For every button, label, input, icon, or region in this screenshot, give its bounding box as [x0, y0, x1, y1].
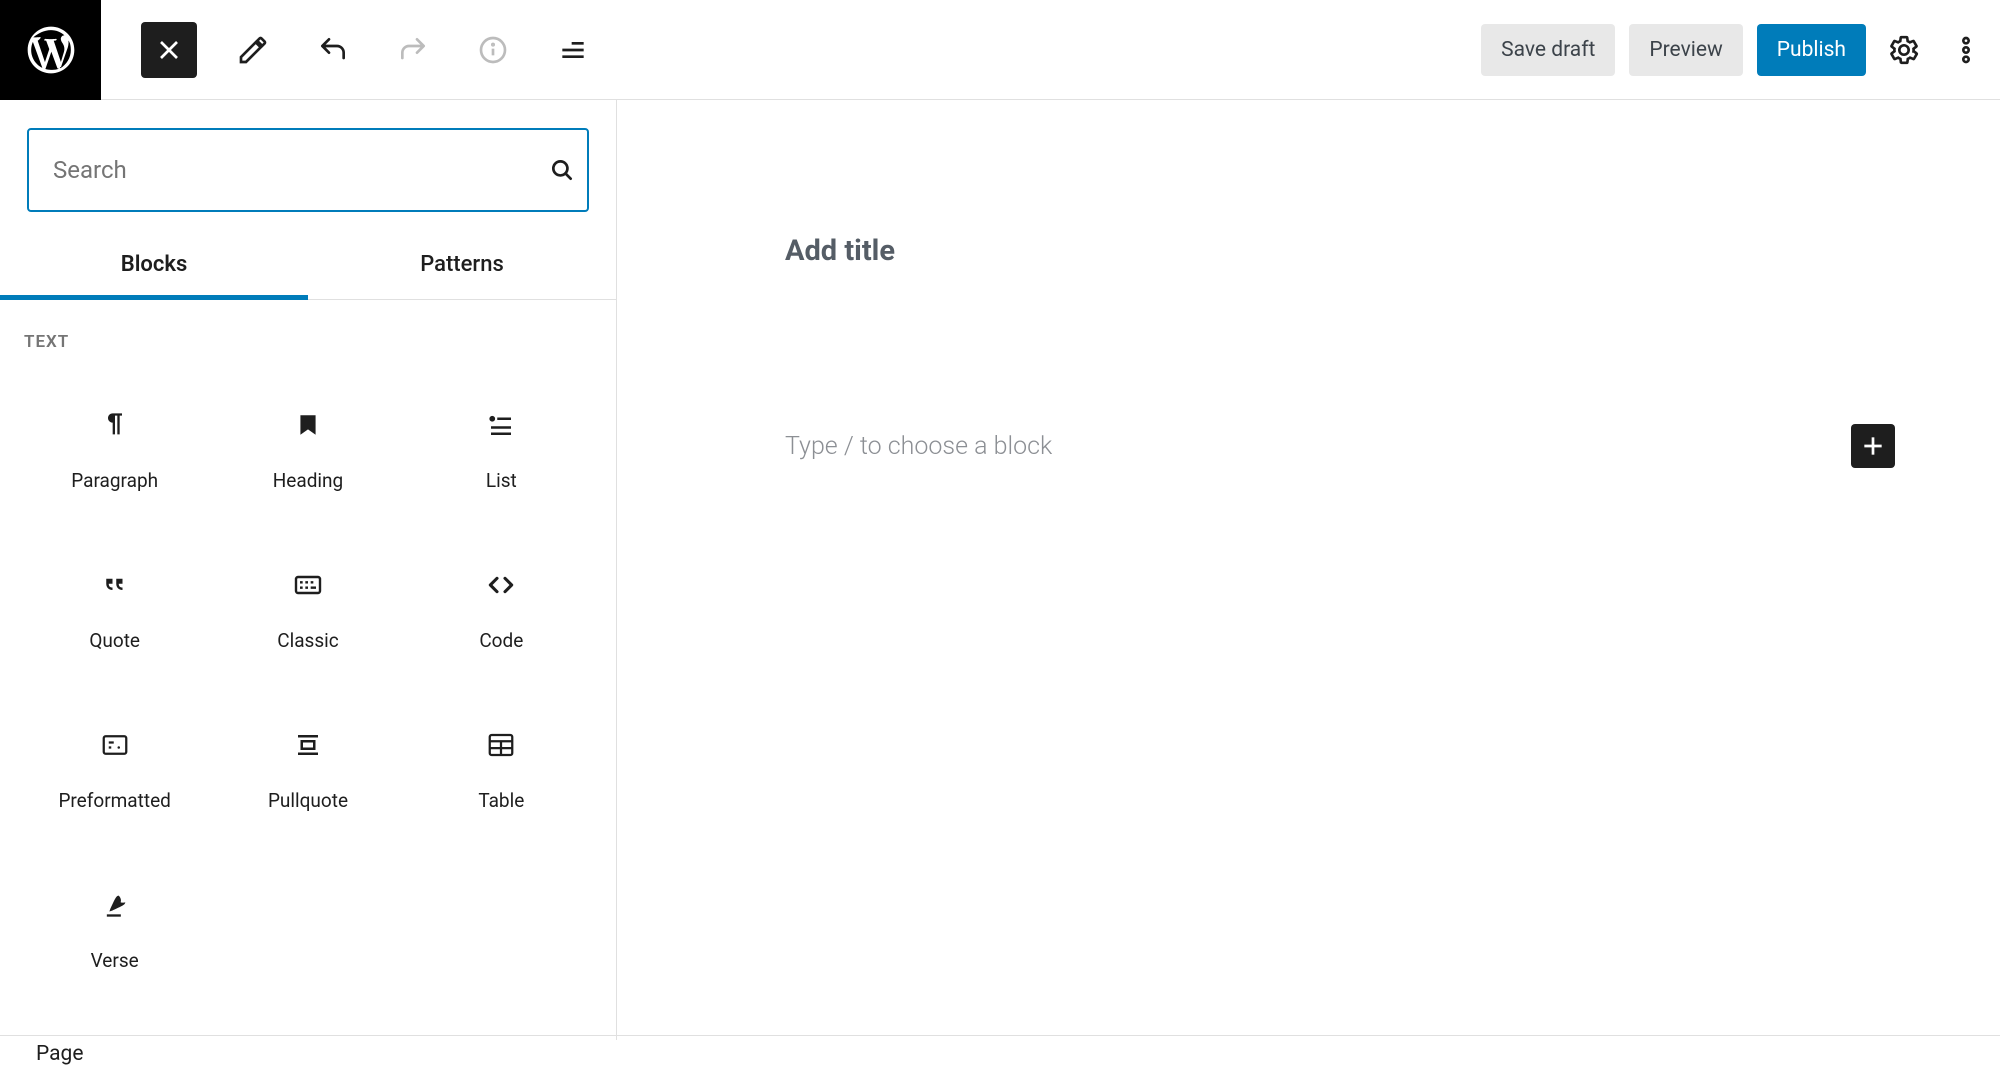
block-preformatted[interactable]: Preformatted: [18, 690, 211, 850]
redo-button[interactable]: [389, 26, 437, 74]
toggle-inserter-button[interactable]: [141, 22, 197, 78]
block-classic[interactable]: Classic: [211, 530, 404, 690]
tools-button[interactable]: [229, 26, 277, 74]
preview-button[interactable]: Preview: [1629, 24, 1742, 76]
block-label: List: [486, 469, 517, 492]
block-label: Pullquote: [268, 789, 348, 812]
block-grid: Paragraph Heading List Quote Classic Cod…: [0, 352, 616, 1010]
close-icon: [153, 34, 185, 66]
block-label: Heading: [273, 469, 343, 492]
toolbar-left: [141, 22, 597, 78]
outline-button[interactable]: [549, 26, 597, 74]
plus-icon: [1860, 433, 1886, 459]
tab-patterns[interactable]: Patterns: [308, 234, 616, 300]
heading-icon: [292, 409, 324, 441]
editor-footer: Page: [0, 1035, 2000, 1072]
block-pullquote[interactable]: Pullquote: [211, 690, 404, 850]
code-icon: [485, 569, 517, 601]
block-table[interactable]: Table: [405, 690, 598, 850]
block-paragraph[interactable]: Paragraph: [18, 370, 211, 530]
toolbar-right: Save draft Preview Publish: [1481, 24, 1990, 76]
search-icon: [549, 157, 575, 183]
search-box[interactable]: [27, 128, 589, 212]
table-icon: [485, 729, 517, 761]
undo-icon: [317, 34, 349, 66]
block-label: Code: [479, 629, 523, 652]
options-button[interactable]: [1942, 26, 1990, 74]
block-list[interactable]: List: [405, 370, 598, 530]
gear-icon: [1888, 34, 1920, 66]
block-verse[interactable]: Verse: [18, 850, 211, 1010]
more-vertical-icon: [1950, 34, 1982, 66]
block-code[interactable]: Code: [405, 530, 598, 690]
block-label: Classic: [277, 629, 339, 652]
search-input[interactable]: [53, 156, 549, 184]
pullquote-icon: [292, 729, 324, 761]
block-label: Paragraph: [71, 469, 158, 492]
block-inserter-panel: Blocks Patterns TEXT Paragraph Heading L…: [0, 100, 617, 1040]
save-draft-button[interactable]: Save draft: [1481, 24, 1615, 76]
search-wrap: [0, 100, 616, 212]
list-view-icon: [557, 34, 589, 66]
verse-icon: [99, 889, 131, 921]
publish-button[interactable]: Publish: [1757, 24, 1866, 76]
pencil-icon: [237, 34, 269, 66]
wordpress-icon: [23, 22, 79, 78]
paragraph-icon: [99, 409, 131, 441]
block-label: Table: [478, 789, 524, 812]
breadcrumb[interactable]: Page: [36, 1042, 84, 1066]
quote-icon: [99, 569, 131, 601]
block-heading[interactable]: Heading: [211, 370, 404, 530]
undo-button[interactable]: [309, 26, 357, 74]
default-block-row: Type / to choose a block: [785, 424, 1895, 468]
add-block-button[interactable]: [1851, 424, 1895, 468]
tab-blocks[interactable]: Blocks: [0, 234, 308, 300]
preformatted-icon: [99, 729, 131, 761]
inserter-tabs: Blocks Patterns: [0, 234, 616, 300]
list-icon: [485, 409, 517, 441]
settings-button[interactable]: [1880, 26, 1928, 74]
wordpress-logo[interactable]: [0, 0, 101, 100]
post-title-placeholder[interactable]: Add title: [785, 234, 895, 268]
info-icon: [477, 34, 509, 66]
block-label: Verse: [91, 949, 139, 972]
redo-icon: [397, 34, 429, 66]
block-label: Preformatted: [58, 789, 170, 812]
category-heading: TEXT: [0, 300, 616, 352]
details-button[interactable]: [469, 26, 517, 74]
editor-topbar: Save draft Preview Publish: [0, 0, 2000, 100]
editor-canvas: Add title Type / to choose a block: [617, 100, 2000, 1040]
block-quote[interactable]: Quote: [18, 530, 211, 690]
block-placeholder[interactable]: Type / to choose a block: [785, 432, 1052, 461]
block-label: Quote: [89, 629, 140, 652]
classic-icon: [292, 569, 324, 601]
